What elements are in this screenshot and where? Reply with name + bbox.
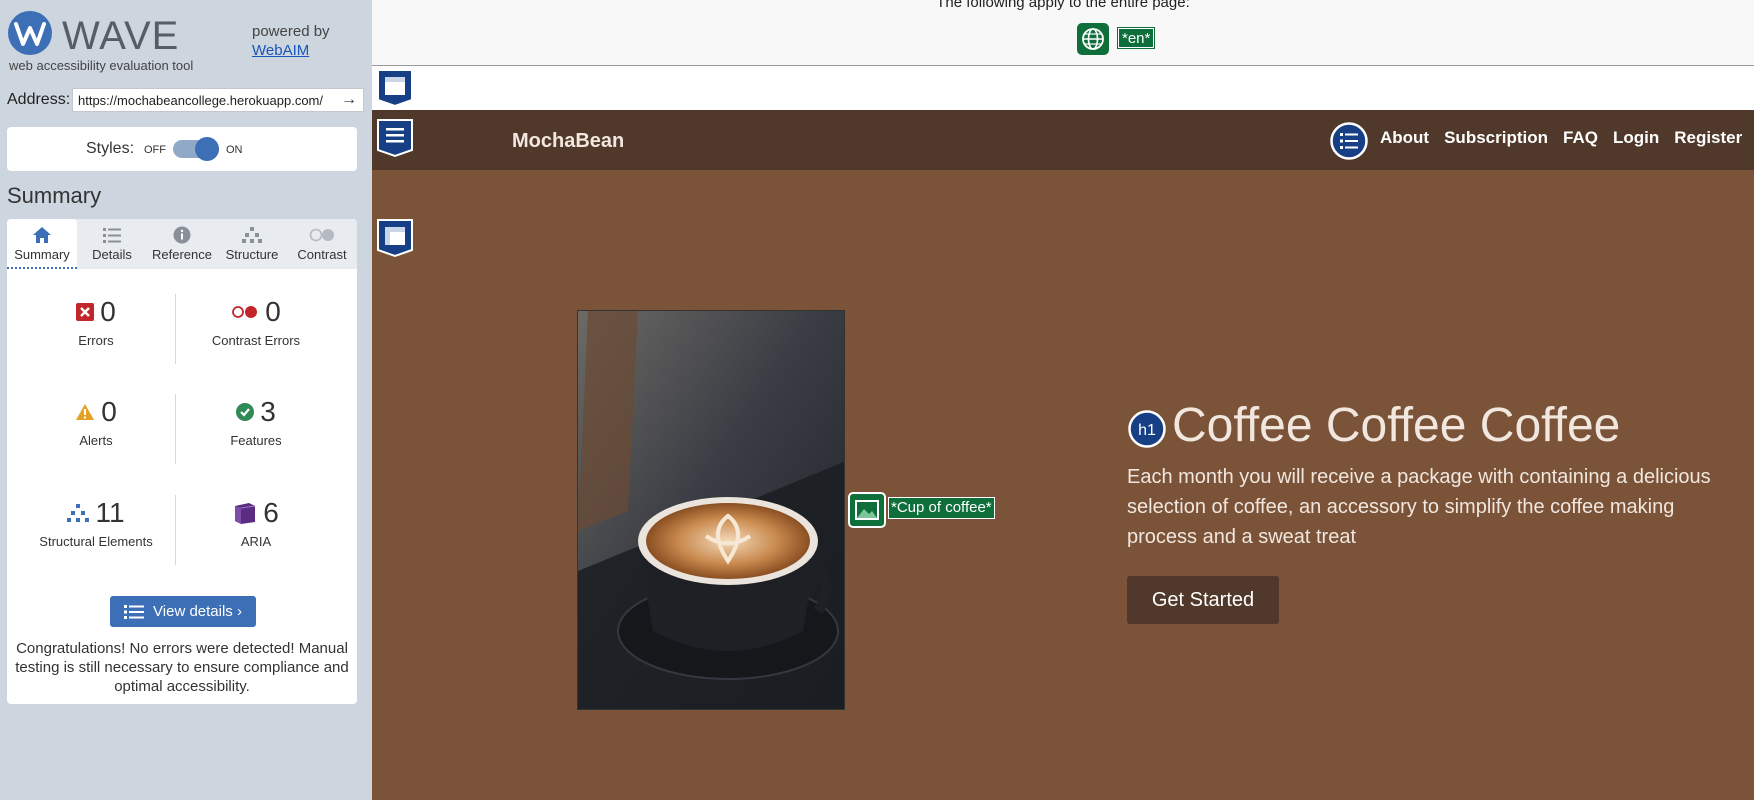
- h1-badge-text: h1: [1138, 422, 1156, 439]
- coffee-photo-graphic: [578, 311, 844, 709]
- aria-navigation-icon[interactable]: [376, 118, 414, 158]
- powered-by-text: powered by: [252, 23, 330, 40]
- page-level-bar: The following apply to the entire page: …: [372, 0, 1754, 66]
- h1-heading-icon[interactable]: h1: [1128, 410, 1166, 448]
- site-navbar: MochaBean About Subscription FAQ Login R…: [372, 110, 1754, 170]
- entire-page-note: The following apply to the entire page:: [936, 0, 1190, 11]
- structure-icon: [67, 504, 90, 522]
- error-icon: [76, 303, 95, 321]
- view-details-label: View details ›: [153, 603, 242, 620]
- toggle-knob: [195, 137, 219, 161]
- hero-description: Each month you will receive a package wi…: [1127, 466, 1711, 548]
- styles-off-label: OFF: [144, 144, 166, 156]
- alerts-label: Alerts: [79, 433, 113, 448]
- alert-icon: [76, 404, 95, 420]
- styles-on-label: ON: [226, 144, 243, 156]
- contrast-errors-count: 0: [265, 296, 281, 327]
- wave-logo-icon: [8, 11, 52, 55]
- globe-icon: [1082, 28, 1104, 50]
- aria-icon: [235, 503, 256, 524]
- nav-subscription[interactable]: Subscription: [1444, 128, 1548, 148]
- tab-reference-label: Reference: [152, 247, 212, 262]
- panel-tabs: Summary Details Reference Structure Cont…: [7, 219, 357, 269]
- aria-landmark-icon[interactable]: [376, 68, 414, 108]
- summary-heading: Summary: [7, 183, 102, 208]
- nav-about[interactable]: About: [1380, 128, 1429, 148]
- contrast-error-icon: [232, 306, 258, 318]
- list-icon: [103, 228, 121, 243]
- stat-structural[interactable]: 11 Structural Elements: [16, 495, 176, 575]
- summary-panel: Summary Details Reference Structure Cont…: [7, 219, 357, 704]
- stat-features[interactable]: 3 Features: [176, 394, 336, 474]
- congrats-message: Congratulations! No errors were detected…: [15, 640, 349, 695]
- tab-structure-label: Structure: [225, 247, 279, 262]
- tab-contrast-label: Contrast: [297, 247, 347, 262]
- brand-logo[interactable]: MochaBean: [512, 130, 624, 153]
- aria-count: 6: [263, 497, 279, 528]
- address-input[interactable]: [72, 88, 364, 112]
- stat-contrast-errors[interactable]: 0 Contrast Errors: [176, 294, 336, 374]
- hierarchy-icon: [242, 227, 262, 243]
- address-bar: Address: →: [7, 88, 364, 112]
- tab-details[interactable]: Details: [77, 219, 147, 269]
- wave-tagline: web accessibility evaluation tool: [9, 58, 194, 73]
- wave-logo: WAVE web accessibility evaluation tool p…: [6, 8, 366, 74]
- coffee-cup-image: [577, 310, 845, 710]
- page-preview: The following apply to the entire page: …: [372, 0, 1754, 800]
- go-arrow-icon[interactable]: →: [338, 90, 360, 110]
- image-alt-icon[interactable]: [848, 492, 886, 528]
- features-count: 3: [260, 396, 276, 427]
- info-icon: [173, 226, 191, 244]
- styles-toggle[interactable]: [173, 137, 219, 161]
- nav-login[interactable]: Login: [1613, 128, 1659, 148]
- features-label: Features: [230, 433, 282, 448]
- aria-main-icon[interactable]: [376, 218, 414, 258]
- get-started-button[interactable]: Get Started: [1127, 576, 1279, 624]
- contrast-errors-label: Contrast Errors: [211, 333, 301, 348]
- home-icon: [33, 227, 51, 243]
- summary-stats: 0 Errors 0 Contrast Errors 0 Alerts 3 Fe…: [7, 294, 357, 594]
- wave-sidebar: WAVE web accessibility evaluation tool p…: [0, 0, 372, 800]
- styles-toggle-box: Styles: OFF ON: [7, 127, 357, 171]
- unordered-list-icon[interactable]: [1330, 122, 1368, 160]
- aria-label: ARIA: [240, 534, 272, 549]
- stat-errors[interactable]: 0 Errors: [16, 294, 176, 374]
- hero-title: Coffee Coffee Coffee: [1172, 399, 1621, 452]
- page-top-strip: [372, 66, 1754, 110]
- powered-by: powered by WebAIM: [252, 22, 330, 60]
- errors-label: Errors: [78, 333, 114, 348]
- stat-aria[interactable]: 6 ARIA: [176, 495, 336, 575]
- address-label: Address:: [7, 91, 71, 108]
- alerts-count: 0: [101, 396, 117, 427]
- stat-alerts[interactable]: 0 Alerts: [16, 394, 176, 474]
- tab-contrast[interactable]: Contrast: [287, 219, 357, 269]
- list-icon: [124, 604, 145, 619]
- language-badge: *en*: [1116, 27, 1156, 49]
- view-details-button[interactable]: View details ›: [110, 596, 256, 627]
- tab-details-label: Details: [92, 247, 132, 262]
- webaim-link[interactable]: WebAIM: [252, 41, 330, 60]
- tab-summary-label: Summary: [14, 247, 70, 262]
- nav-faq[interactable]: FAQ: [1563, 128, 1598, 148]
- tab-summary[interactable]: Summary: [7, 219, 77, 269]
- nav-links: About Subscription FAQ Login Register: [1380, 128, 1754, 148]
- language-globe-icon[interactable]: [1077, 23, 1109, 55]
- wave-logo-word: WAVE: [62, 14, 180, 58]
- feature-check-icon: [236, 403, 255, 421]
- image-alt-badge: *Cup of coffee*: [888, 497, 995, 519]
- tab-structure[interactable]: Structure: [217, 219, 287, 269]
- styles-label: Styles:: [86, 140, 135, 157]
- structural-count: 11: [95, 497, 125, 528]
- contrast-icon: [309, 228, 334, 242]
- nav-register[interactable]: Register: [1674, 128, 1742, 148]
- image-icon: [855, 500, 879, 520]
- errors-count: 0: [100, 296, 116, 327]
- tab-reference[interactable]: Reference: [147, 219, 217, 269]
- structural-label: Structural Elements: [39, 534, 153, 549]
